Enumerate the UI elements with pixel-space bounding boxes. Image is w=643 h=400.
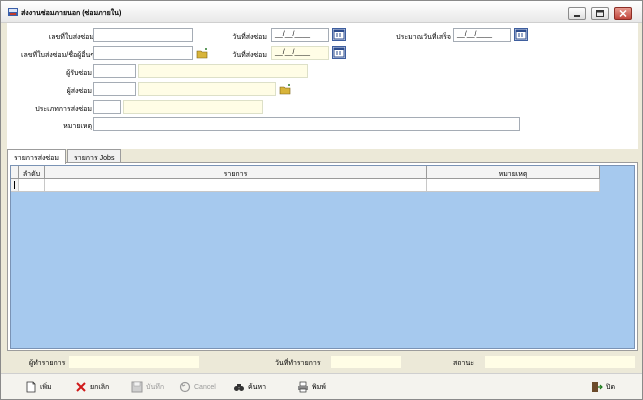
- new-document-icon: [26, 381, 36, 393]
- cancel-document-button[interactable]: ยกเลิก: [75, 379, 109, 395]
- maximize-icon: [596, 10, 604, 17]
- tab-repair-items[interactable]: รายการส่งซ่อม: [7, 149, 66, 164]
- table-cell[interactable]: [19, 179, 45, 192]
- tab-panel: ลำดับ รายการ หมายเหตุ: [7, 162, 638, 351]
- save-button[interactable]: บันทึก: [131, 379, 164, 395]
- remark-label: หมายเหตุ: [63, 123, 92, 130]
- row-indicator[interactable]: [11, 179, 19, 192]
- search-button[interactable]: ค้นหา: [233, 379, 266, 395]
- lookup-icon[interactable]: [279, 83, 291, 95]
- printer-icon: [298, 381, 308, 393]
- binoculars-icon: [234, 384, 244, 391]
- table-cell[interactable]: [427, 179, 600, 192]
- column-header-item[interactable]: รายการ: [45, 166, 427, 179]
- cancel-label: Cancel: [194, 383, 216, 391]
- sender-code-input[interactable]: [93, 82, 136, 96]
- main-window: ส่งงานซ่อมภายนอก (ซ่อมภายใน) เลขที่ใบส่ง…: [0, 0, 643, 400]
- estimate-date-label: ประมาณวันที่เสร็จ: [396, 34, 451, 41]
- operator-label: ผู้ทำรายการ: [29, 360, 66, 367]
- print-button[interactable]: พิมพ์: [297, 379, 326, 395]
- calendar-icon: [515, 29, 527, 40]
- minimize-button[interactable]: [568, 7, 586, 20]
- undo-icon: [179, 381, 191, 393]
- receiver-label: ผู้รับซ่อม: [66, 70, 92, 77]
- send-date-label: วันที่ส่งซ่อม: [232, 34, 267, 41]
- title-bar: ส่งงานซ่อมภายนอก (ซ่อมภายใน): [1, 1, 642, 23]
- action-toolbar: เพิ่ม ยกเลิก บันทึก Cancel ค้นหา พิมพ์ ป…: [1, 373, 642, 399]
- send-date2-label: วันที่ส่งซ่อม: [232, 52, 267, 59]
- add-label: เพิ่ม: [40, 383, 52, 391]
- column-header-no[interactable]: ลำดับ: [19, 166, 45, 179]
- save-disk-icon: [131, 381, 143, 393]
- search-label: ค้นหา: [248, 383, 267, 391]
- remark-input[interactable]: [93, 117, 520, 131]
- state-label: สถานะ: [453, 360, 474, 367]
- header-form: เลขที่ใบส่งซ่อม วันที่ส่งซ่อม __/__/____…: [7, 23, 638, 149]
- send-date2-input[interactable]: __/__/____: [271, 46, 329, 60]
- close-window-button[interactable]: [614, 7, 632, 20]
- column-header-remark[interactable]: หมายเหตุ: [427, 166, 600, 179]
- repair-type-label: ประเภทการส่งซ่อม: [35, 106, 92, 113]
- tab-jobs[interactable]: รายการ Jobs: [67, 149, 122, 163]
- print-label: พิมพ์: [312, 383, 326, 391]
- save-label: บันทึก: [146, 383, 165, 391]
- close-icon: [619, 10, 627, 17]
- add-button[interactable]: เพิ่ม: [25, 379, 52, 395]
- current-row-icon: [14, 181, 15, 189]
- receiver-name-field: [138, 64, 308, 78]
- calendar-icon: [333, 29, 345, 40]
- delete-x-icon: [76, 382, 86, 392]
- status-bar: ผู้ทำรายการ วันที่ทำรายการ สถานะ: [7, 354, 638, 370]
- trans-date-value: [331, 356, 401, 368]
- estimate-date-input[interactable]: __/__/____: [453, 28, 511, 42]
- ref-no-input[interactable]: [93, 46, 193, 60]
- ref-no-label: เลขที่ใบส่งซ่อม/ชื่อผู้อื่นๆ: [21, 52, 94, 59]
- repair-type-code-input[interactable]: [93, 100, 121, 114]
- doc-no-label: เลขที่ใบส่งซ่อม: [48, 34, 94, 41]
- calendar-icon: [333, 47, 345, 58]
- send-date2-calendar-button[interactable]: [332, 46, 346, 59]
- trans-date-label: วันที่ทำรายการ: [275, 360, 321, 367]
- app-icon: [8, 8, 18, 16]
- exit-door-icon: [592, 382, 603, 392]
- receiver-code-input[interactable]: [93, 64, 136, 78]
- maximize-button[interactable]: [591, 7, 609, 20]
- cancel-document-label: ยกเลิก: [90, 383, 110, 391]
- doc-no-input[interactable]: [93, 28, 193, 42]
- operator-value: [69, 356, 199, 368]
- sender-name-field: [138, 82, 276, 96]
- tab-strip: รายการส่งซ่อม รายการ Jobs: [7, 149, 638, 164]
- lookup-icon[interactable]: [196, 47, 208, 59]
- cancel-button[interactable]: Cancel: [179, 379, 216, 395]
- close-button[interactable]: ปิด: [591, 379, 615, 395]
- minimize-icon: [574, 14, 580, 17]
- send-date-calendar-button[interactable]: [332, 28, 346, 41]
- close-label: ปิด: [606, 383, 615, 391]
- window-title: ส่งงานซ่อมภายนอก (ซ่อมภายใน): [21, 10, 122, 17]
- sender-label: ผู้ส่งซ่อม: [66, 88, 92, 95]
- table-cell[interactable]: [45, 179, 427, 192]
- send-date-input[interactable]: __/__/____: [271, 28, 329, 42]
- repair-type-name-field: [123, 100, 263, 114]
- row-indicator-header: [11, 166, 19, 179]
- items-grid[interactable]: ลำดับ รายการ หมายเหตุ: [10, 165, 635, 349]
- state-value: [485, 356, 635, 368]
- estimate-date-calendar-button[interactable]: [514, 28, 528, 41]
